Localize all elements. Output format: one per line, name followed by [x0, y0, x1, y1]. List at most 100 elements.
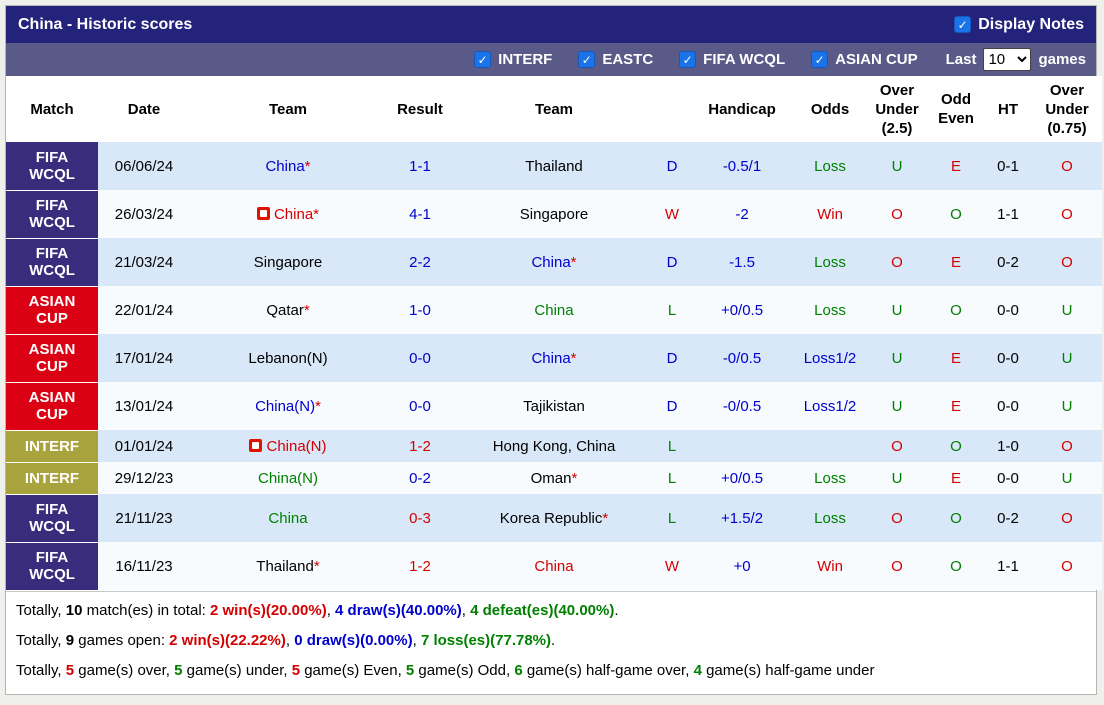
match-row-7: INTERF 01/01/24 China(N) 1-2 Hong Kong, Chin…: [6, 430, 1102, 463]
odds-result-cell: Loss1/2: [794, 334, 866, 382]
match-date: 26/03/24: [114, 205, 174, 223]
summary-segment: Totally,: [16, 631, 66, 649]
home-team[interactable]: Qatar*: [266, 302, 309, 319]
match-result[interactable]: 0-3: [409, 510, 431, 527]
odd-even-cell: O: [928, 286, 984, 334]
odds-result: Win: [817, 205, 843, 223]
match-row-8: INTERF 29/12/23 China(N) 0-2 Oman* L +0/0.5 Los…: [6, 462, 1102, 495]
handicap-value: +0/0.5: [720, 469, 764, 487]
home-team-cell: China(N): [190, 430, 386, 462]
over-under-25: O: [891, 205, 903, 223]
home-team[interactable]: Singapore: [254, 254, 322, 271]
handicap-value: -1.5: [729, 253, 755, 271]
away-team[interactable]: China: [534, 302, 573, 319]
outcome-letter-cell: L: [654, 494, 690, 542]
display-notes-checkbox[interactable]: ✓: [954, 16, 972, 33]
over-under-25: O: [891, 253, 903, 271]
match-result[interactable]: 1-1: [409, 158, 431, 175]
handicap-value: +0: [733, 557, 751, 575]
odd-even-cell: O: [928, 190, 984, 238]
match-result[interactable]: 0-0: [409, 398, 431, 415]
summary-line-1: Totally, 10 match(es) in total: 2 win(s)…: [16, 596, 1086, 626]
match-result[interactable]: 0-2: [409, 470, 431, 487]
over-under-075: O: [1061, 157, 1073, 175]
column-header-result: Result: [386, 76, 454, 142]
away-team[interactable]: Hong Kong, China: [493, 438, 616, 455]
odds-result: Loss: [814, 469, 846, 487]
away-team-name: Tajikistan: [523, 397, 585, 415]
home-team-name: China: [265, 157, 305, 175]
star-marker: *: [570, 349, 577, 367]
away-team[interactable]: Oman*: [531, 470, 578, 487]
summary-segment: 6: [514, 661, 523, 679]
home-team[interactable]: China(N)*: [255, 398, 321, 415]
last-games-select[interactable]: 10: [983, 48, 1032, 71]
away-team[interactable]: China*: [531, 254, 576, 271]
competition-filter-asian-cup: ✓ ASIAN CUP: [811, 51, 918, 68]
competition-filter-fifa-wcql: ✓ FIFA WCQL: [679, 51, 785, 68]
odd-even: E: [950, 253, 961, 271]
home-team[interactable]: China(N): [249, 438, 327, 455]
away-team[interactable]: Singapore: [520, 206, 588, 223]
handicap-value: -0/0.5: [722, 397, 762, 415]
home-team[interactable]: China(N): [258, 470, 318, 487]
home-team[interactable]: Thailand*: [256, 558, 319, 575]
home-team[interactable]: China: [268, 510, 307, 527]
handicap-value: -0/0.5: [722, 349, 762, 367]
match-result-cell: 1-0: [386, 286, 454, 334]
over-under-075-cell: O: [1032, 142, 1102, 190]
match-result-cell: 1-2: [386, 430, 454, 462]
away-team[interactable]: Korea Republic*: [500, 510, 608, 527]
home-team[interactable]: Lebanon(N): [248, 350, 327, 367]
over-under-25: U: [891, 397, 903, 415]
match-row-6: ASIAN CUP 13/01/24 China(N)* 0-0 Tajikistan D…: [6, 382, 1102, 431]
match-result[interactable]: 1-2: [409, 438, 431, 455]
column-header-team-away: Team: [454, 76, 654, 142]
odd-even-cell: O: [928, 430, 984, 462]
last-label: Last: [945, 51, 977, 68]
away-team[interactable]: China: [534, 558, 573, 575]
home-team-name: Lebanon(N): [248, 349, 328, 367]
match-result-cell: 0-3: [386, 494, 454, 542]
filter-checkbox[interactable]: ✓: [679, 51, 697, 68]
match-result[interactable]: 1-0: [409, 302, 431, 319]
match-result[interactable]: 0-0: [409, 350, 431, 367]
star-marker: *: [304, 157, 311, 175]
away-team-cell: Oman*: [454, 462, 654, 494]
away-team-cell: Thailand: [454, 142, 654, 190]
half-time-score-cell: 1-1: [984, 542, 1032, 590]
away-team[interactable]: China*: [531, 350, 576, 367]
match-result[interactable]: 1-2: [409, 558, 431, 575]
home-team[interactable]: China*: [265, 158, 310, 175]
home-team-cell: China*: [190, 190, 386, 238]
half-time-score: 1-0: [997, 437, 1019, 455]
summary-segment: ,: [461, 601, 471, 619]
title-bar: China - Historic scores ✓ Display Notes: [6, 6, 1096, 43]
match-row-3: FIFA WCQL 21/03/24 Singapore 2-2 China* D -1.5…: [6, 238, 1102, 287]
over-under-075-cell: O: [1032, 430, 1102, 462]
outcome-letter: L: [667, 301, 677, 319]
handicap-value: +0/0.5: [720, 301, 764, 319]
over-under-25-cell: U: [866, 462, 928, 494]
away-team-cell: China: [454, 542, 654, 590]
over-under-25: O: [891, 509, 903, 527]
odd-even: E: [950, 349, 961, 367]
star-marker: *: [570, 253, 577, 271]
match-result[interactable]: 4-1: [409, 206, 431, 223]
filter-checkbox[interactable]: ✓: [811, 51, 829, 68]
home-team[interactable]: China*: [256, 206, 319, 223]
away-team[interactable]: Thailand: [525, 158, 583, 175]
away-team-name: Korea Republic: [499, 509, 603, 527]
page-title: China - Historic scores: [18, 15, 193, 33]
competition-label: FIFA WCQL: [6, 190, 98, 239]
over-under-075: U: [1061, 349, 1073, 367]
filter-checkbox[interactable]: ✓: [474, 51, 492, 68]
match-result[interactable]: 2-2: [409, 254, 431, 271]
match-date: 13/01/24: [114, 397, 174, 415]
odd-even: E: [950, 397, 961, 415]
match-row-2: FIFA WCQL 26/03/24 China* 4-1 Singapore W -2 Wi…: [6, 190, 1102, 239]
over-under-25: U: [891, 469, 903, 487]
filter-checkbox[interactable]: ✓: [578, 51, 596, 68]
away-team[interactable]: Tajikistan: [523, 398, 585, 415]
over-under-075-cell: O: [1032, 238, 1102, 286]
